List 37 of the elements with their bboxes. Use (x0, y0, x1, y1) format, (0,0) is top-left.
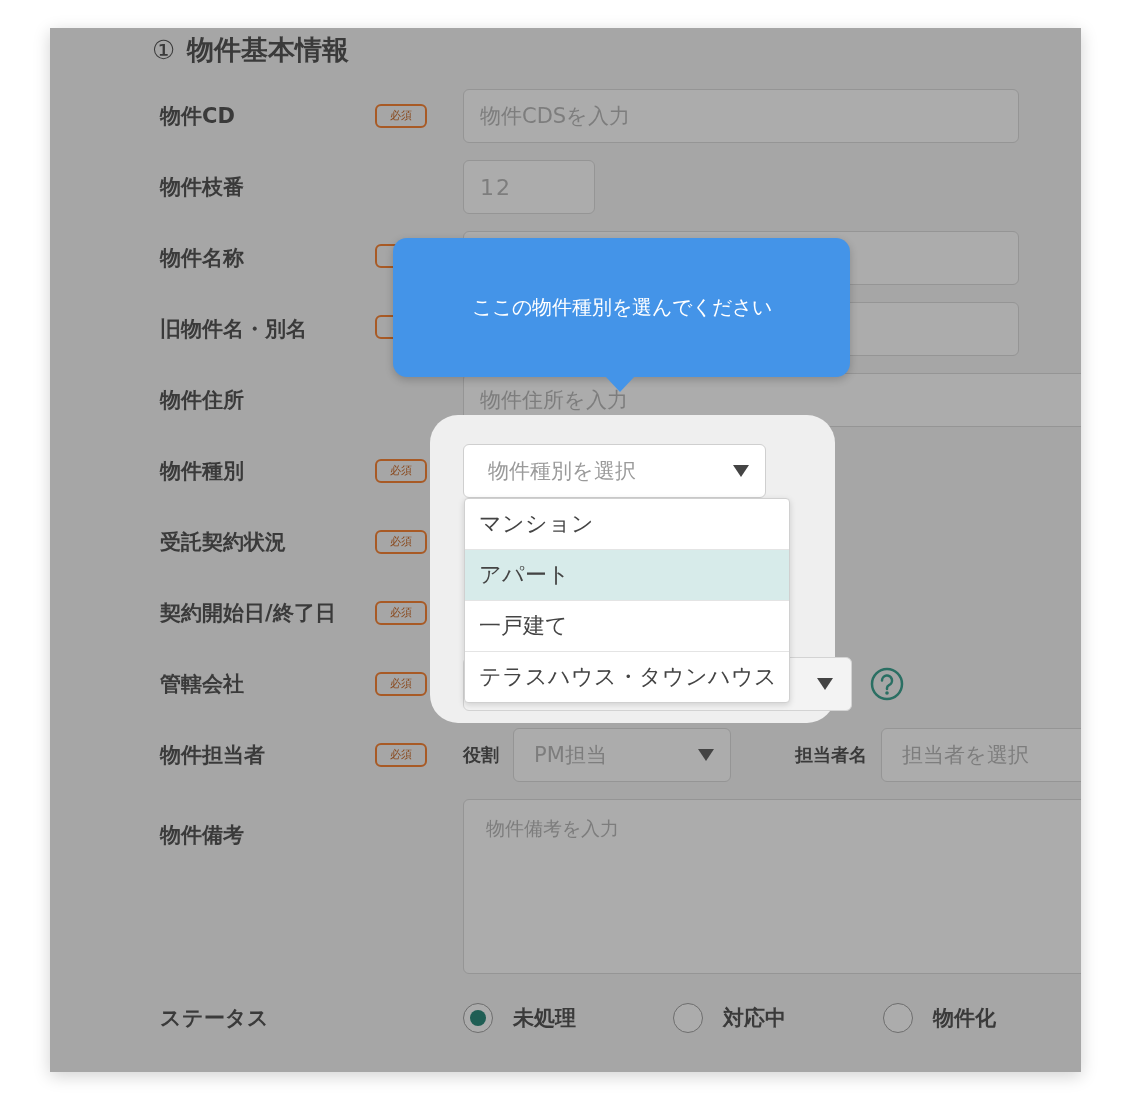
dropdown-option[interactable]: テラスハウス・タウンハウス (465, 652, 789, 702)
required-badge: 必須 (375, 601, 427, 625)
section-number: ① (152, 35, 176, 65)
dropdown-option[interactable]: 一戸建て (465, 601, 789, 652)
dropdown-option[interactable]: アパート (465, 550, 789, 601)
role-label: 役割 (463, 743, 499, 767)
select-field[interactable]: 物件種別を選択 (463, 444, 766, 498)
required-badge: 必須 (375, 672, 427, 696)
radio-button[interactable] (673, 1003, 703, 1033)
required-badge: 必須 (375, 459, 427, 483)
field-label: 物件担当者 (160, 742, 266, 769)
help-icon[interactable] (870, 667, 904, 701)
required-badge: 必須 (375, 743, 427, 767)
caret-icon (698, 749, 714, 761)
required-badge: 必須 (375, 104, 427, 128)
field-label: 契約開始日/終了日 (160, 600, 337, 627)
section-title: 物件基本情報 (187, 33, 350, 67)
caret-icon (817, 678, 833, 690)
tooltip: ここの物件種別を選んでください (393, 238, 850, 377)
field-label: 物件種別 (160, 458, 245, 485)
required-badge: 必須 (375, 530, 427, 554)
field-label: ステータス (160, 1005, 270, 1032)
radio-button[interactable] (883, 1003, 913, 1033)
caret-icon (733, 465, 749, 477)
field-label: 物件名称 (160, 245, 245, 272)
field-label: 受託契約状況 (160, 529, 287, 556)
field-label: 物件枝番 (160, 174, 245, 201)
radio-option[interactable]: 対応中 (673, 1003, 883, 1033)
person-label: 担当者名 (795, 743, 867, 767)
radio-option[interactable]: 物件化 (883, 1003, 1081, 1033)
radio-button[interactable] (463, 1003, 493, 1033)
field-label: 管轄会社 (160, 671, 245, 698)
field-label: 旧物件名・別名 (160, 316, 308, 343)
field-label: 物件備考 (160, 822, 245, 849)
field-label: 物件CD (160, 103, 236, 130)
radio-option[interactable]: 未処理 (463, 1003, 673, 1033)
field-label: 物件住所 (160, 387, 245, 414)
